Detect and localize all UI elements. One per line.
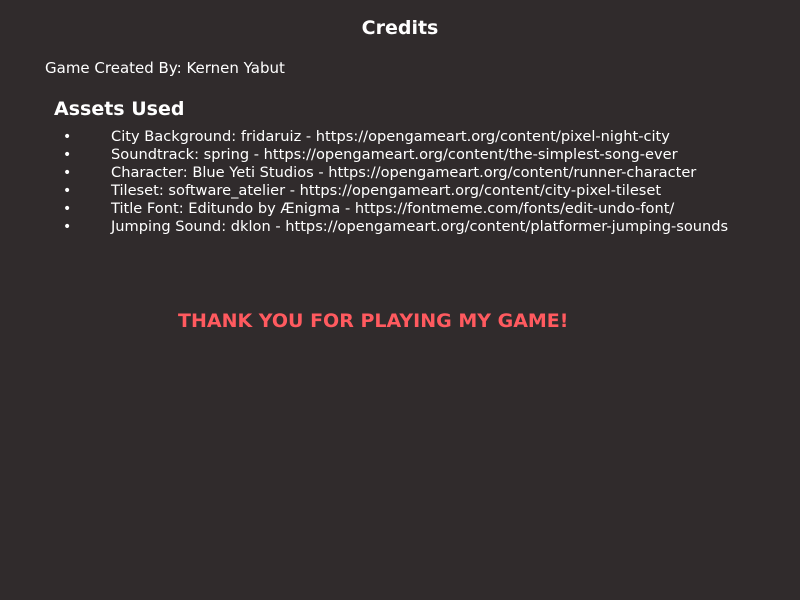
bullet-icon: • (63, 219, 72, 235)
asset-text: City Background: fridaruiz - https://ope… (111, 128, 670, 145)
asset-item-soundtrack: • Soundtrack: spring - https://opengamea… (0, 146, 800, 164)
asset-text: Character: Blue Yeti Studios - https://o… (111, 164, 697, 181)
bullet-icon: • (63, 201, 72, 217)
bullet-icon: • (63, 147, 72, 163)
asset-item-tileset: • Tileset: software_atelier - https://op… (0, 182, 800, 200)
page-title: Credits (361, 17, 439, 39)
creator-credit: Game Created By: Kernen Yabut (45, 59, 285, 77)
asset-text: Jumping Sound: dklon - https://opengamea… (111, 218, 729, 235)
asset-text: Title Font: Editundo by Ænigma - https:/… (111, 200, 675, 217)
asset-item-jumping-sound: • Jumping Sound: dklon - https://opengam… (0, 218, 800, 236)
bullet-icon: • (63, 165, 72, 181)
assets-list: • City Background: fridaruiz - https://o… (0, 128, 800, 236)
bullet-icon: • (63, 183, 72, 199)
asset-item-character: • Character: Blue Yeti Studios - https:/… (0, 164, 800, 182)
asset-item-city-background: • City Background: fridaruiz - https://o… (0, 128, 800, 146)
bullet-icon: • (63, 129, 72, 145)
asset-item-title-font: • Title Font: Editundo by Ænigma - https… (0, 200, 800, 218)
thank-you-message: THANK YOU FOR PLAYING MY GAME! (178, 310, 569, 332)
assets-heading: Assets Used (54, 98, 185, 120)
asset-text: Tileset: software_atelier - https://open… (111, 182, 662, 199)
asset-text: Soundtrack: spring - https://opengameart… (111, 146, 678, 163)
